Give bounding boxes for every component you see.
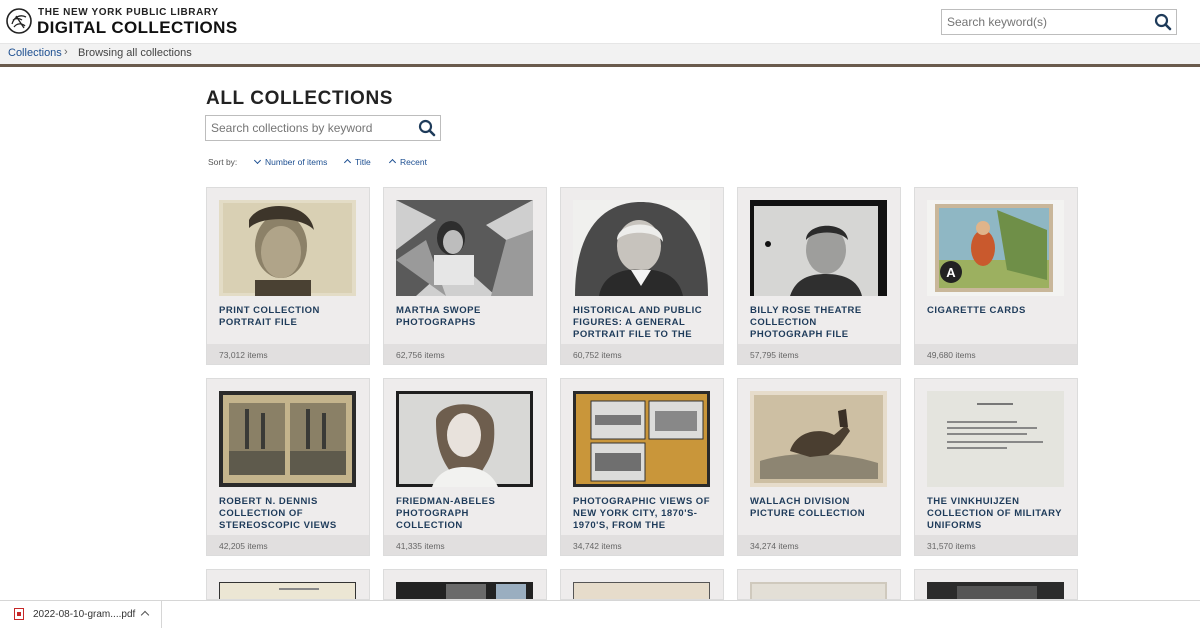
collection-card[interactable]: A CIGARETTE CARDS 49,680 items: [914, 187, 1078, 365]
svg-text:A: A: [946, 265, 956, 280]
header-search-input[interactable]: [942, 10, 1152, 34]
collection-card[interactable]: BILLY ROSE THEATRE COLLECTION PHOTOGRAPH…: [737, 187, 901, 365]
collection-thumbnail[interactable]: [219, 391, 356, 487]
collection-thumbnail[interactable]: [219, 200, 356, 296]
collections-search-box: [205, 115, 441, 141]
collection-card[interactable]: FRIEDMAN-ABELES PHOTOGRAPH COLLECTION 41…: [383, 378, 547, 556]
collection-title[interactable]: PHOTOGRAPHIC VIEWS OF NEW YORK CITY, 187…: [573, 496, 713, 532]
download-bar: 2022-08-10-gram....pdf: [0, 600, 1200, 628]
search-icon[interactable]: [1154, 13, 1172, 31]
download-filename[interactable]: 2022-08-10-gram....pdf: [33, 609, 135, 620]
download-item[interactable]: 2022-08-10-gram....pdf: [0, 601, 162, 628]
collection-item-count: 34,742 items: [561, 535, 723, 555]
collection-item-count: 60,752 items: [561, 344, 723, 364]
breadcrumb-separator: ›: [64, 46, 68, 58]
chevron-up-icon[interactable]: [140, 610, 150, 620]
collection-title[interactable]: WALLACH DIVISION PICTURE COLLECTION: [750, 496, 890, 520]
collection-item-count: 73,012 items: [207, 344, 369, 364]
collection-thumbnail[interactable]: [396, 582, 533, 600]
nypl-lion-logo-icon[interactable]: [6, 8, 32, 34]
collection-card[interactable]: ROBERT N. DENNIS COLLECTION OF STEREOSCO…: [206, 378, 370, 556]
site-header: THE NEW YORK PUBLIC LIBRARY DIGITAL COLL…: [0, 0, 1200, 44]
sort-title[interactable]: Title: [343, 157, 371, 167]
sort-option-label: Title: [355, 157, 371, 167]
collection-title[interactable]: ROBERT N. DENNIS COLLECTION OF STEREOSCO…: [219, 496, 359, 532]
collection-card[interactable]: WALLACH DIVISION PICTURE COLLECTION 34,2…: [737, 378, 901, 556]
collection-item-count: 57,795 items: [738, 344, 900, 364]
collection-thumbnail[interactable]: [750, 582, 887, 600]
collection-thumbnail[interactable]: [927, 391, 1064, 487]
collection-item-count: 62,756 items: [384, 344, 546, 364]
collection-thumbnail[interactable]: [396, 200, 533, 296]
collection-thumbnail[interactable]: [219, 582, 356, 600]
breadcrumb-collections-link[interactable]: Collections: [8, 47, 62, 59]
collection-thumbnail[interactable]: A: [927, 200, 1064, 296]
collection-title[interactable]: THE VINKHUIJZEN COLLECTION OF MILITARY U…: [927, 496, 1067, 532]
collection-thumbnail[interactable]: [573, 200, 710, 296]
collection-item-count: 41,335 items: [384, 535, 546, 555]
collection-title[interactable]: MARTHA SWOPE PHOTOGRAPHS: [396, 305, 536, 329]
collection-card[interactable]: PHOTOGRAPHIC VIEWS OF NEW YORK CITY, 187…: [560, 378, 724, 556]
sort-recent[interactable]: Recent: [388, 157, 427, 167]
header-search-box: [941, 9, 1177, 35]
search-icon[interactable]: [418, 119, 436, 137]
collection-card[interactable]: HISTORICAL AND PUBLIC FIGURES: A GENERAL…: [560, 187, 724, 365]
page-title: ALL COLLECTIONS: [206, 88, 394, 109]
collection-title[interactable]: PRINT COLLECTION PORTRAIT FILE: [219, 305, 359, 329]
sort-option-label: Number of items: [265, 157, 328, 167]
breadcrumb: Collections › Browsing all collections: [0, 44, 1200, 67]
chevron-up-icon: [343, 158, 352, 167]
collection-title[interactable]: BILLY ROSE THEATRE COLLECTION PHOTOGRAPH…: [750, 305, 890, 341]
collection-thumbnail[interactable]: [573, 582, 710, 600]
collection-card[interactable]: [383, 569, 547, 600]
collection-title[interactable]: HISTORICAL AND PUBLIC FIGURES: A GENERAL…: [573, 305, 713, 341]
site-title[interactable]: DIGITAL COLLECTIONS: [37, 18, 238, 38]
collection-thumbnail[interactable]: [396, 391, 533, 487]
collection-thumbnail[interactable]: [927, 582, 1064, 600]
chevron-down-icon: [253, 156, 262, 165]
collection-card[interactable]: THE VINKHUIJZEN COLLECTION OF MILITARY U…: [914, 378, 1078, 556]
collection-card[interactable]: [737, 569, 901, 600]
sort-number-of-items[interactable]: Number of items: [253, 156, 328, 167]
collection-card[interactable]: [206, 569, 370, 600]
pdf-file-icon: [14, 608, 24, 620]
collection-card[interactable]: MARTHA SWOPE PHOTOGRAPHS 62,756 items: [383, 187, 547, 365]
collection-thumbnail[interactable]: [750, 391, 887, 487]
collection-item-count: 31,570 items: [915, 535, 1077, 555]
collection-card[interactable]: PRINT COLLECTION PORTRAIT FILE 73,012 it…: [206, 187, 370, 365]
collection-thumbnail[interactable]: [573, 391, 710, 487]
collection-title[interactable]: FRIEDMAN-ABELES PHOTOGRAPH COLLECTION: [396, 496, 536, 532]
breadcrumb-current: Browsing all collections: [78, 47, 192, 59]
collection-card[interactable]: [914, 569, 1078, 600]
collections-search-input[interactable]: [206, 116, 411, 140]
collection-title[interactable]: CIGARETTE CARDS: [927, 305, 1067, 317]
chevron-up-icon: [388, 158, 397, 167]
collection-card[interactable]: [560, 569, 724, 600]
collection-thumbnail[interactable]: [750, 200, 887, 296]
collection-item-count: 42,205 items: [207, 535, 369, 555]
sort-label: Sort by:: [208, 157, 238, 167]
library-name[interactable]: THE NEW YORK PUBLIC LIBRARY: [38, 7, 219, 18]
collection-item-count: 49,680 items: [915, 344, 1077, 364]
sort-option-label: Recent: [400, 157, 427, 167]
collection-item-count: 34,274 items: [738, 535, 900, 555]
